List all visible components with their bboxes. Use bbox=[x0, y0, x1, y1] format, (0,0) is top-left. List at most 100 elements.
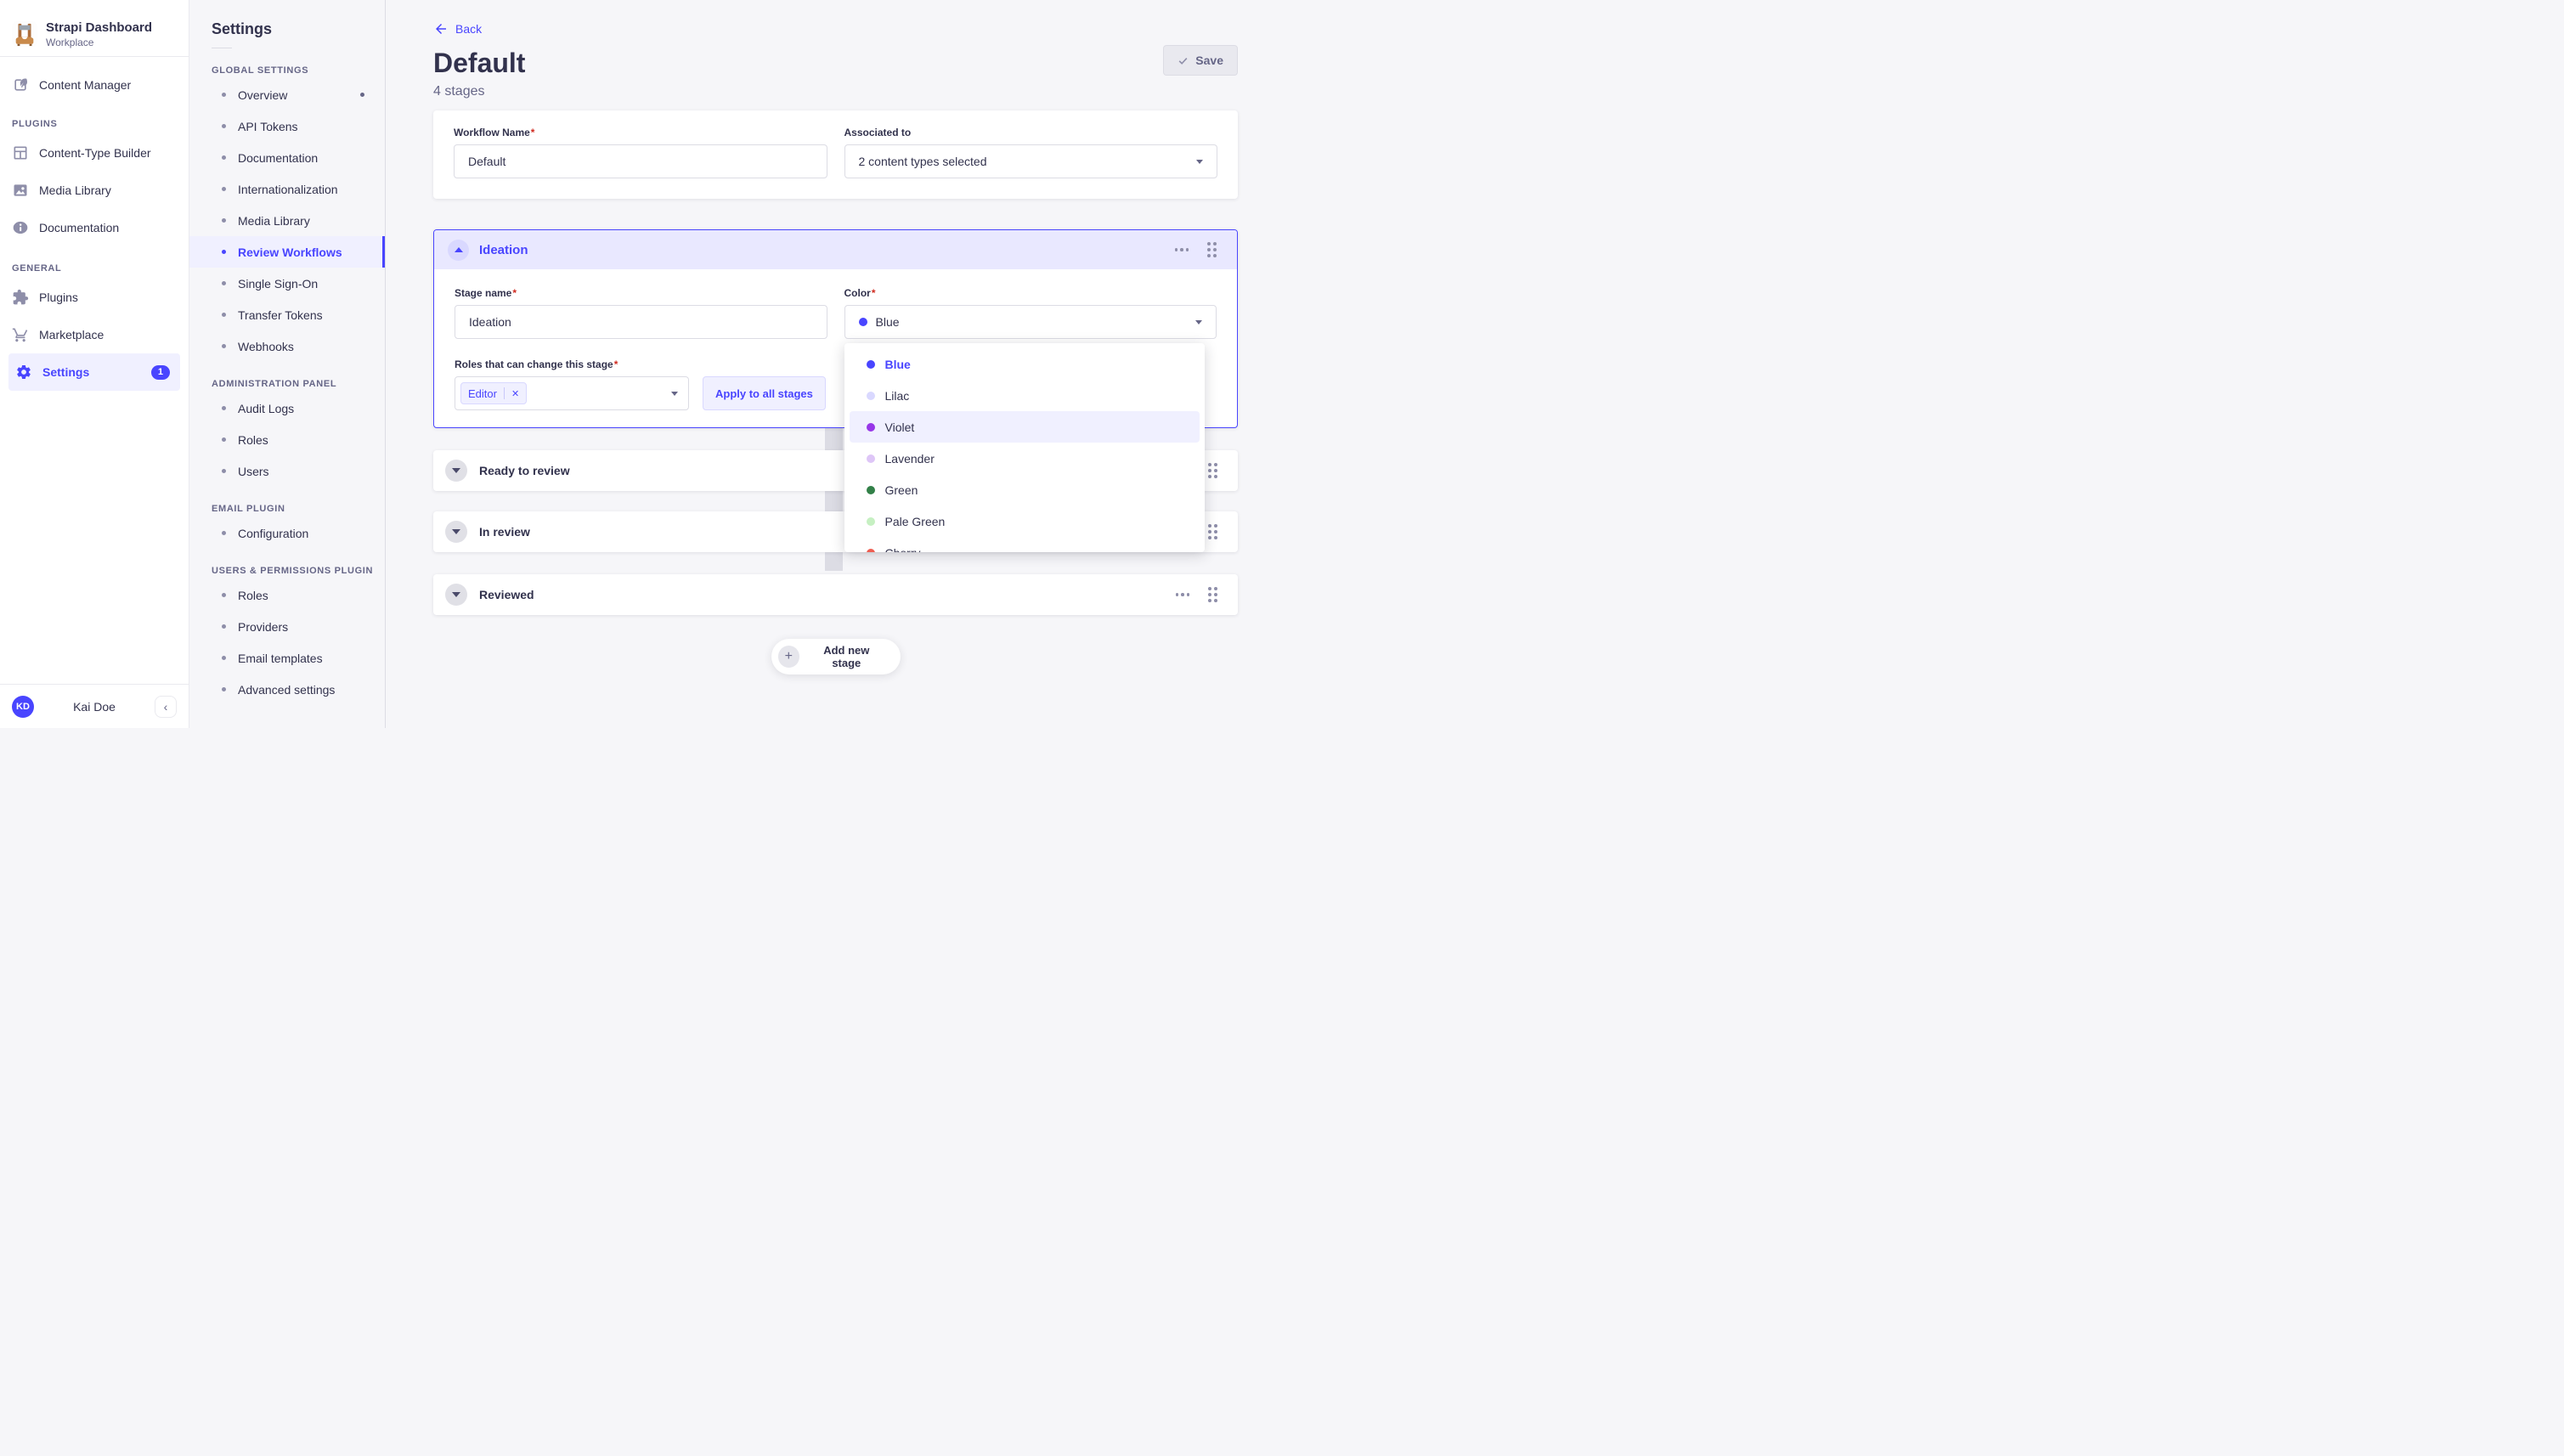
stage-header: Ideation bbox=[434, 230, 1237, 269]
color-option-violet[interactable]: Violet bbox=[850, 411, 1200, 443]
subnav-item-single-sign-on[interactable]: Single Sign-On bbox=[189, 268, 385, 299]
settings-subnav: Settings GLOBAL SETTINGS Overview API To… bbox=[189, 0, 386, 728]
plus-icon: + bbox=[778, 646, 800, 668]
save-button[interactable]: Save bbox=[1163, 45, 1238, 76]
subnav-item-providers[interactable]: Providers bbox=[189, 611, 385, 642]
color-swatch bbox=[859, 318, 867, 326]
sidebar-item-settings[interactable]: Settings 1 bbox=[8, 353, 180, 391]
subnav-item-documentation[interactable]: Documentation bbox=[189, 142, 385, 173]
apply-to-all-stages-button[interactable]: Apply to all stages bbox=[703, 376, 826, 410]
subnav-item-webhooks[interactable]: Webhooks bbox=[189, 330, 385, 362]
workflow-name-field: Workflow Name* Default bbox=[454, 126, 827, 178]
app-root: Strapi Dashboard Workplace Content Manag… bbox=[0, 0, 1282, 728]
stage-card-ideation: Ideation Stage name* Ideation Color* bbox=[433, 229, 1238, 428]
color-swatch bbox=[867, 486, 875, 494]
check-icon bbox=[1178, 55, 1189, 66]
required-asterisk: * bbox=[872, 287, 876, 299]
required-asterisk: * bbox=[512, 287, 517, 299]
brand-text: Strapi Dashboard Workplace bbox=[46, 20, 152, 49]
subnav-section-email-plugin: EMAIL PLUGIN bbox=[189, 504, 385, 514]
info-icon bbox=[12, 219, 29, 236]
stage-name-field: Stage name* Ideation bbox=[455, 286, 827, 339]
subnav-item-media-library[interactable]: Media Library bbox=[189, 205, 385, 236]
sidebar-item-media-library[interactable]: Media Library bbox=[0, 172, 189, 209]
bullet-icon bbox=[222, 218, 226, 223]
sidebar-section-plugins: PLUGINS bbox=[0, 119, 189, 129]
brand-title: Strapi Dashboard bbox=[46, 20, 152, 36]
subnav-section-users-permissions-plugin: USERS & PERMISSIONS PLUGIN bbox=[189, 566, 385, 576]
bullet-icon bbox=[222, 406, 226, 410]
subnav-item-users[interactable]: Users bbox=[189, 455, 385, 487]
subnav-item-audit-logs[interactable]: Audit Logs bbox=[189, 392, 385, 424]
subnav-section-administration-panel: ADMINISTRATION PANEL bbox=[189, 379, 385, 389]
subnav-item-transfer-tokens[interactable]: Transfer Tokens bbox=[189, 299, 385, 330]
add-new-stage-button[interactable]: + Add new stage bbox=[771, 639, 901, 674]
bullet-icon bbox=[222, 124, 226, 128]
drag-handle-icon[interactable] bbox=[1208, 587, 1217, 602]
subnav-item-overview[interactable]: Overview bbox=[189, 79, 385, 110]
subnav-item-roles[interactable]: Roles bbox=[189, 424, 385, 455]
stage-name-input[interactable]: Ideation bbox=[455, 305, 827, 339]
gear-icon bbox=[15, 364, 32, 381]
expand-stage-button[interactable] bbox=[445, 584, 467, 606]
drag-handle-icon[interactable] bbox=[1207, 242, 1217, 257]
subnav-item-advanced-settings[interactable]: Advanced settings bbox=[189, 674, 385, 705]
color-option-blue[interactable]: Blue bbox=[850, 348, 1200, 380]
color-option-cherry[interactable]: Cherry bbox=[850, 537, 1200, 552]
color-select[interactable]: Blue bbox=[844, 305, 1217, 339]
remove-tag-icon[interactable]: ✕ bbox=[511, 388, 519, 399]
color-swatch bbox=[867, 517, 875, 526]
sidebar-item-marketplace[interactable]: Marketplace bbox=[0, 316, 189, 353]
bullet-icon bbox=[222, 187, 226, 191]
avatar[interactable]: KD bbox=[12, 696, 34, 718]
brand: Strapi Dashboard Workplace bbox=[0, 0, 189, 56]
subnav-item-configuration[interactable]: Configuration bbox=[189, 517, 385, 549]
sidebar-section-general: GENERAL bbox=[0, 263, 189, 274]
subnav-section-global-settings: GLOBAL SETTINGS bbox=[189, 65, 385, 76]
color-field: Color* Blue Blue Lilac Viol bbox=[844, 286, 1217, 339]
collapse-stage-button[interactable] bbox=[448, 240, 469, 261]
layout-icon bbox=[12, 144, 29, 161]
main-content: Back Default 4 stages Save Workflow Name… bbox=[386, 0, 1282, 728]
sidebar-item-content-manager[interactable]: Content Manager bbox=[0, 68, 189, 102]
chevron-left-icon[interactable]: ‹ bbox=[155, 696, 177, 718]
chevron-down-icon bbox=[671, 392, 678, 396]
associated-to-select[interactable]: 2 content types selected bbox=[844, 144, 1218, 178]
back-link[interactable]: Back bbox=[433, 20, 482, 37]
bullet-icon bbox=[222, 281, 226, 285]
color-option-pale-green[interactable]: Pale Green bbox=[850, 505, 1200, 537]
more-options-icon[interactable] bbox=[1175, 248, 1189, 251]
chevron-down-icon bbox=[452, 468, 460, 473]
more-options-icon[interactable] bbox=[1176, 593, 1190, 596]
workflow-name-input[interactable]: Default bbox=[454, 144, 827, 178]
subnav-title: Settings bbox=[189, 20, 385, 38]
bullet-icon bbox=[222, 344, 226, 348]
roles-multiselect[interactable]: Editor ✕ bbox=[455, 376, 689, 410]
subnav-item-email-templates[interactable]: Email templates bbox=[189, 642, 385, 674]
feather-icon bbox=[12, 76, 29, 93]
color-option-green[interactable]: Green bbox=[850, 474, 1200, 505]
expand-stage-button[interactable] bbox=[445, 521, 467, 543]
notification-dot-icon bbox=[360, 93, 364, 97]
color-option-lavender[interactable]: Lavender bbox=[850, 443, 1200, 474]
sidebar-item-content-type-builder[interactable]: Content-Type Builder bbox=[0, 134, 189, 172]
color-swatch bbox=[867, 454, 875, 463]
subnav-item-internationalization[interactable]: Internationalization bbox=[189, 173, 385, 205]
bullet-icon bbox=[222, 93, 226, 97]
stage-title: Ideation bbox=[479, 243, 528, 257]
sidebar-item-plugins[interactable]: Plugins bbox=[0, 279, 189, 316]
subnav-item-api-tokens[interactable]: API Tokens bbox=[189, 110, 385, 142]
subnav-item-review-workflows[interactable]: Review Workflows bbox=[189, 236, 385, 268]
workflow-form-card: Workflow Name* Default Associated to 2 c… bbox=[433, 110, 1238, 199]
drag-handle-icon[interactable] bbox=[1208, 463, 1217, 478]
arrow-left-icon bbox=[433, 21, 449, 37]
color-option-lilac[interactable]: Lilac bbox=[850, 380, 1200, 411]
subnav-item-up-roles[interactable]: Roles bbox=[189, 579, 385, 611]
bullet-icon bbox=[222, 437, 226, 442]
sidebar-item-documentation[interactable]: Documentation bbox=[0, 209, 189, 246]
settings-notification-badge: 1 bbox=[151, 365, 170, 380]
sidebar-footer: KD Kai Doe ‹ bbox=[0, 684, 189, 728]
sidebar-item-label: Content Manager bbox=[39, 78, 131, 92]
expand-stage-button[interactable] bbox=[445, 460, 467, 482]
drag-handle-icon[interactable] bbox=[1208, 524, 1217, 539]
